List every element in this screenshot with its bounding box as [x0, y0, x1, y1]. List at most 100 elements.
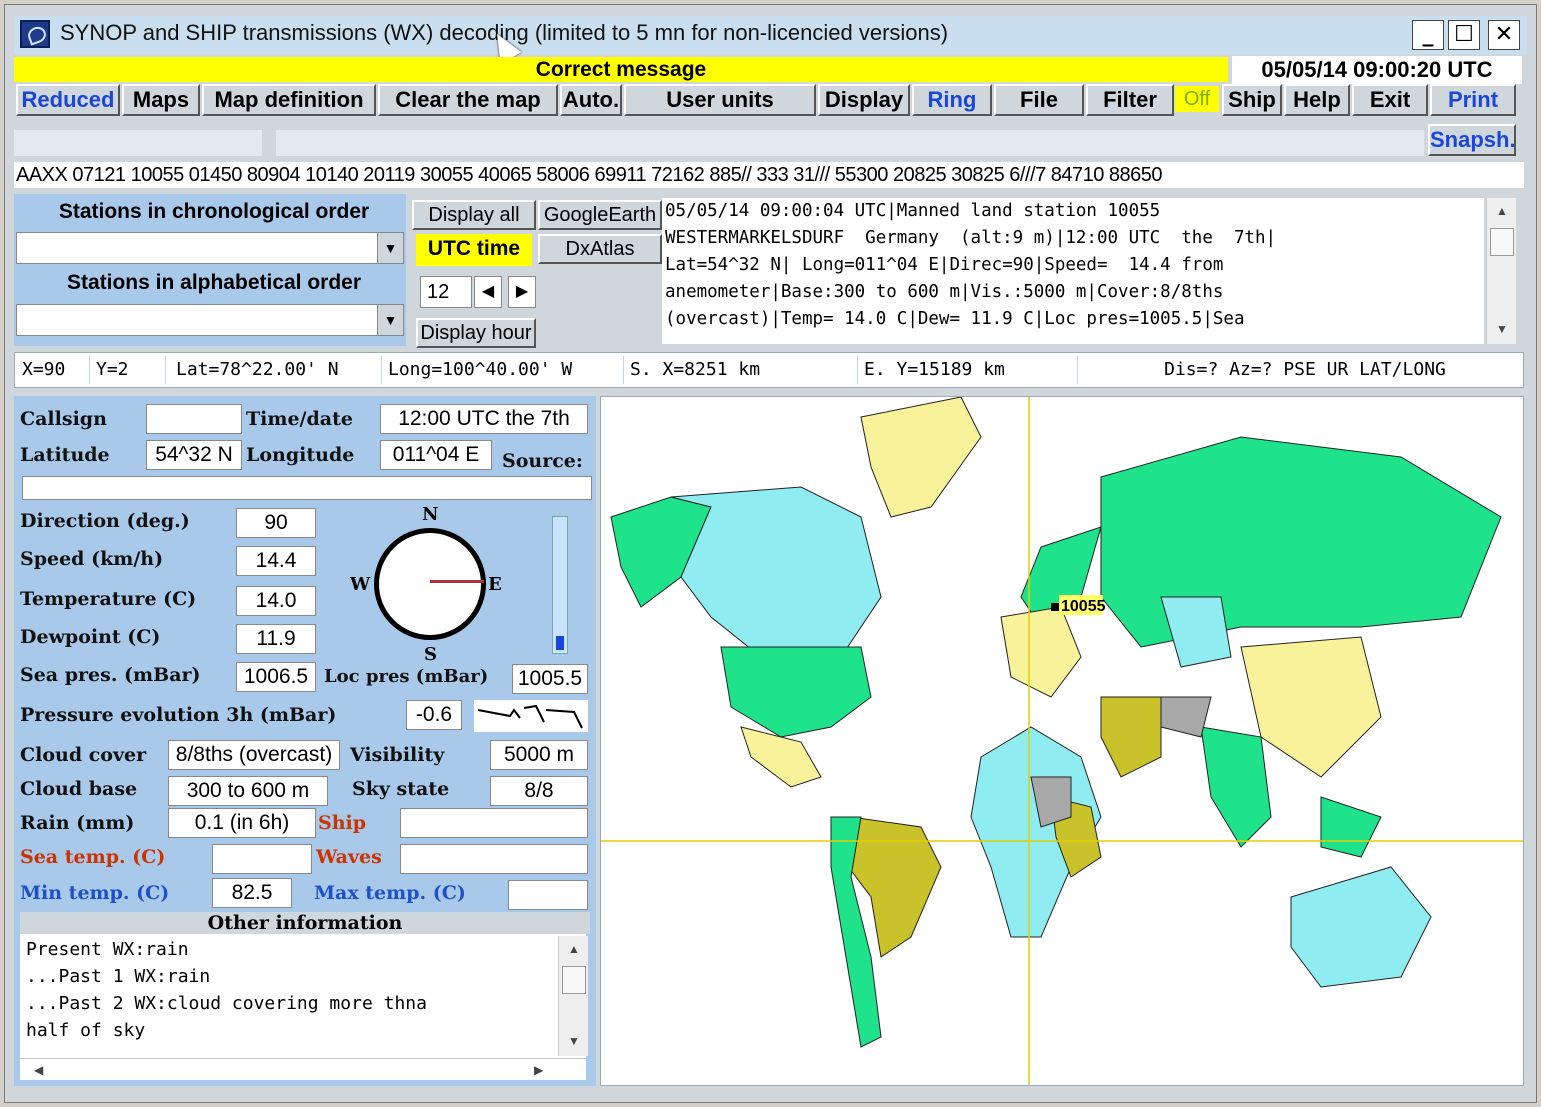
alpha-stations-combo[interactable]	[16, 304, 404, 336]
scroll-up-icon[interactable]: ▲	[1487, 200, 1517, 222]
hour-increment-icon[interactable]: ▶	[508, 276, 536, 308]
snapshot-button[interactable]: Snapsh.	[1428, 124, 1516, 156]
other-info-memo[interactable]: Present WX:rain ...Past 1 WX:rain ...Pas…	[20, 934, 586, 1058]
chrono-stations-combo[interactable]	[16, 232, 404, 264]
user-units-button[interactable]: User units	[624, 84, 816, 116]
coord-ey: E. Y=15189 km	[858, 356, 1078, 384]
country-kazakh	[1160, 596, 1232, 668]
seatemp-label: Sea temp. (C)	[20, 846, 166, 868]
display-all-button[interactable]: Display all	[412, 200, 536, 230]
latitude-field[interactable]: 54^32 N	[146, 440, 242, 470]
ship-button[interactable]: Ship	[1222, 84, 1282, 116]
world-map[interactable]: 10055	[600, 396, 1524, 1086]
auto-button[interactable]: Auto.	[560, 84, 622, 116]
country-russia	[1100, 436, 1502, 648]
skystate-field[interactable]: 8/8	[490, 776, 588, 806]
source-field[interactable]	[22, 476, 592, 500]
locpres-field[interactable]: 1005.5	[512, 664, 588, 694]
chrono-stations-label: Stations in chronological order	[58, 200, 370, 223]
memo-hscrollbar[interactable]: ◀ ▶	[20, 1058, 586, 1080]
scroll-thumb[interactable]	[1490, 228, 1514, 256]
scroll-right-icon[interactable]: ▶	[534, 1059, 543, 1081]
speed-field[interactable]: 14.4	[236, 546, 316, 576]
world-map-svg[interactable]: 10055	[601, 397, 1524, 1086]
waves-label: Waves	[316, 846, 382, 868]
close-button[interactable]: ✕	[1488, 20, 1520, 50]
seapres-label: Sea pres. (mBar)	[20, 664, 201, 686]
ship-label: Ship	[318, 812, 367, 834]
compass-north: N	[422, 504, 439, 525]
scroll-down-icon[interactable]: ▼	[559, 1030, 589, 1052]
hour-input[interactable]: 12	[420, 276, 472, 308]
other-info-line: ...Past 2 WX:cloud covering more thna	[26, 993, 427, 1014]
aux-field-2[interactable]	[276, 130, 1424, 156]
cloudcover-field[interactable]: 8/8ths (overcast)	[168, 740, 340, 770]
callsign-field[interactable]	[146, 404, 242, 434]
temperature-field[interactable]: 14.0	[236, 586, 316, 616]
compass-west: W	[350, 574, 371, 595]
filter-button[interactable]: Filter	[1086, 84, 1174, 116]
memo-scrollbar[interactable]: ▲ ▼	[558, 936, 588, 1056]
file-button[interactable]: File	[994, 84, 1084, 116]
scroll-thumb[interactable]	[562, 966, 586, 994]
visibility-field[interactable]: 5000 m	[490, 740, 588, 770]
hour-decrement-icon[interactable]: ◀	[474, 276, 502, 308]
direction-field[interactable]: 90	[236, 508, 316, 538]
country-greenland	[860, 397, 982, 518]
status-message: Correct message	[535, 58, 707, 81]
country-india	[1200, 726, 1272, 848]
level-gauge-marker	[556, 636, 564, 650]
timedate-label: Time/date	[246, 408, 353, 430]
country-europe	[1000, 606, 1082, 698]
help-button[interactable]: Help	[1284, 84, 1350, 116]
maxtemp-label: Max temp. (C)	[314, 882, 466, 904]
mintemp-field[interactable]: 82.5	[212, 878, 292, 908]
map-definition-button[interactable]: Map definition	[202, 84, 376, 116]
longitude-field[interactable]: 011^04 E	[380, 440, 492, 470]
station-marker-dot[interactable]	[1051, 603, 1059, 611]
seapres-field[interactable]: 1006.5	[236, 662, 316, 692]
minimize-button[interactable]: _	[1412, 20, 1444, 50]
filter-off-toggle[interactable]: Off	[1175, 86, 1219, 112]
callsign-label: Callsign	[20, 408, 107, 430]
waves-field[interactable]	[400, 844, 588, 874]
scroll-left-icon[interactable]: ◀	[34, 1059, 43, 1081]
wind-compass	[374, 528, 486, 640]
reduced-button[interactable]: Reduced	[16, 84, 120, 116]
cloudbase-field[interactable]: 300 to 600 m	[168, 776, 328, 806]
rain-field[interactable]: 0.1 (in 6h)	[168, 808, 316, 838]
utc-time-button[interactable]: UTC time	[416, 234, 532, 266]
chevron-down-icon[interactable]: ▼	[377, 233, 403, 263]
ring-button[interactable]: Ring	[912, 84, 992, 116]
google-earth-button[interactable]: GoogleEarth	[538, 200, 662, 230]
dxatlas-button[interactable]: DxAtlas	[538, 234, 662, 264]
timedate-field[interactable]: 12:00 UTC the 7th	[380, 404, 588, 434]
skystate-label: Sky state	[352, 778, 450, 800]
clear-map-button[interactable]: Clear the map	[378, 84, 558, 116]
display-button[interactable]: Display	[818, 84, 910, 116]
compass-east: E	[488, 574, 502, 595]
display-hour-button[interactable]: Display hour	[416, 318, 536, 348]
dewpoint-field[interactable]: 11.9	[236, 624, 316, 654]
mintemp-label: Min temp. (C)	[20, 882, 170, 904]
rain-label: Rain (mm)	[20, 812, 135, 834]
ship-field[interactable]	[400, 808, 588, 838]
maxtemp-field[interactable]	[508, 880, 588, 910]
country-arabia	[1100, 696, 1162, 778]
other-info-line: half of sky	[26, 1020, 146, 1041]
scroll-down-icon[interactable]: ▼	[1487, 318, 1517, 340]
decoded-scrollbar[interactable]: ▲ ▼	[1486, 198, 1516, 344]
seatemp-field[interactable]	[212, 844, 312, 874]
coord-sx: S. X=8251 km	[624, 356, 858, 384]
map-countries	[610, 397, 1502, 1048]
print-button[interactable]: Print	[1430, 84, 1516, 116]
longitude-label: Longitude	[246, 444, 355, 466]
exit-button[interactable]: Exit	[1352, 84, 1428, 116]
scroll-up-icon[interactable]: ▲	[559, 938, 589, 960]
aux-field-1[interactable]	[14, 130, 262, 156]
maps-button[interactable]: Maps	[122, 84, 200, 116]
compass-south: S	[424, 644, 437, 665]
maximize-button[interactable]: ☐	[1448, 20, 1480, 50]
pressure-evolution-field[interactable]: -0.6	[406, 700, 462, 730]
chevron-down-icon[interactable]: ▼	[377, 305, 403, 335]
